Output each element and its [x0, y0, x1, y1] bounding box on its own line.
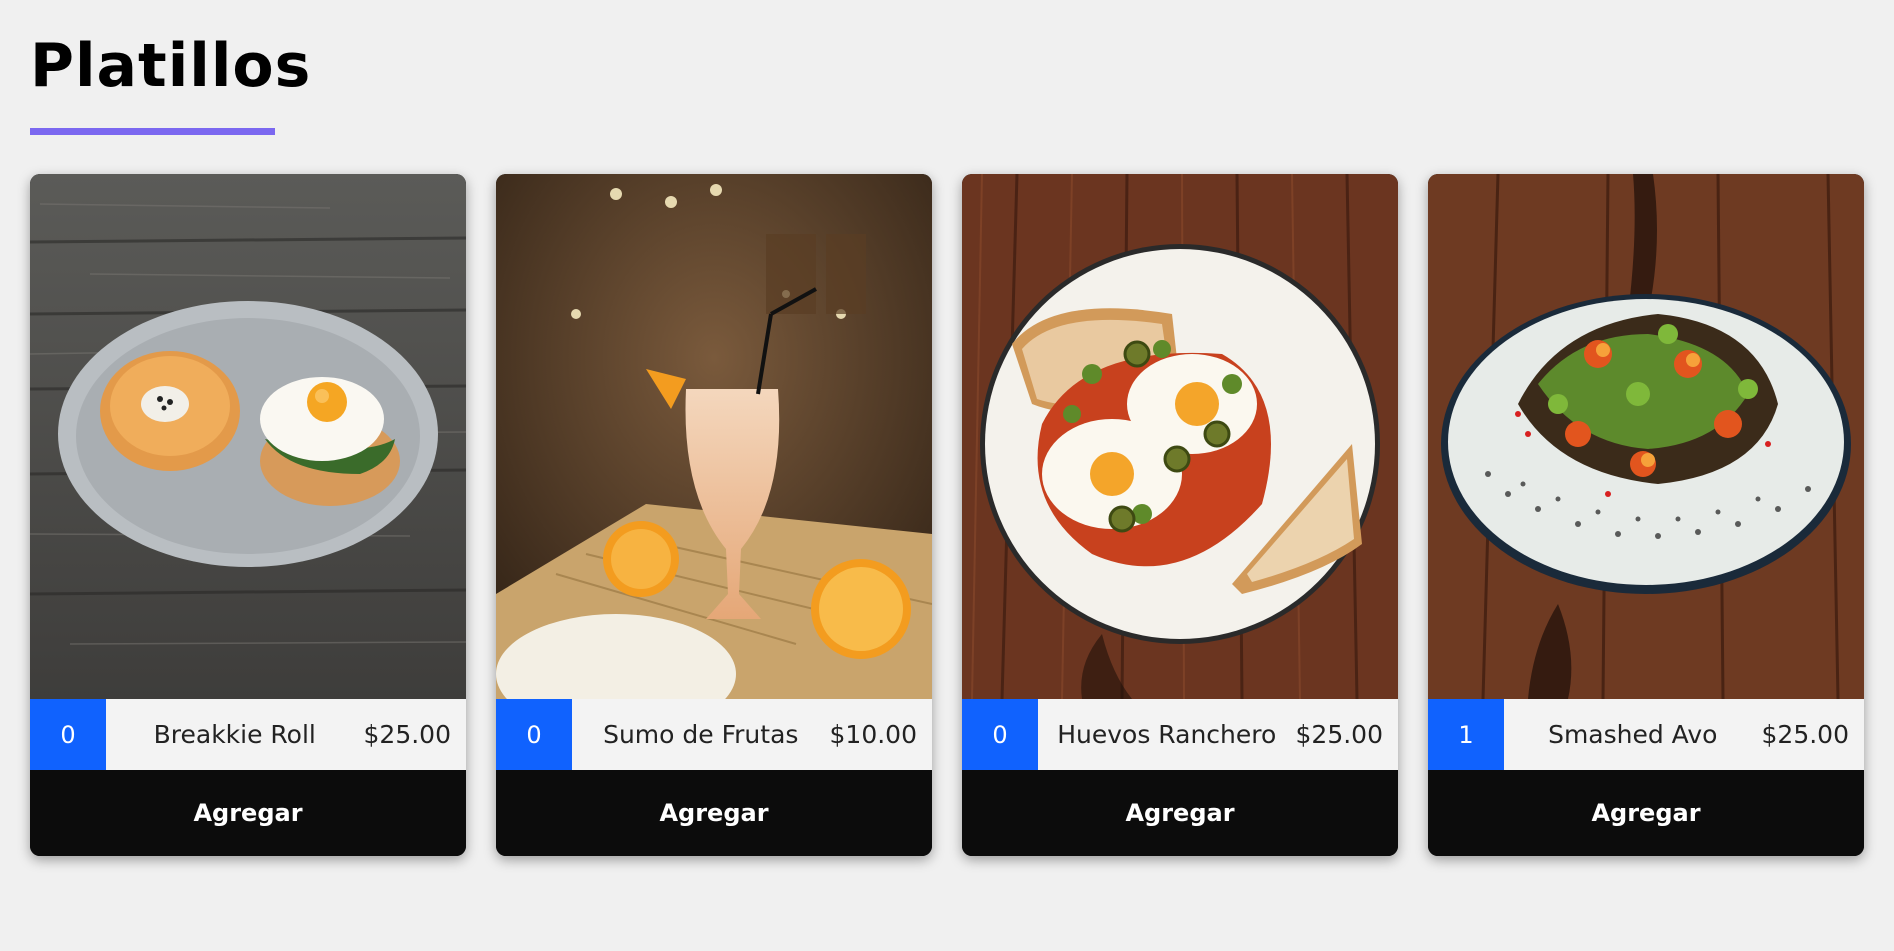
fruit-smoothie-photo: [496, 174, 932, 699]
breakfast-roll-photo: [30, 174, 466, 699]
add-button[interactable]: Agregar: [30, 770, 466, 856]
product-image: [962, 174, 1398, 699]
add-button[interactable]: Agregar: [496, 770, 932, 856]
product-name: Huevos Ranchero: [1057, 720, 1277, 749]
product-price: $25.00: [363, 720, 451, 749]
product-card: 0 Huevos Ranchero $25.00 Agregar: [962, 174, 1398, 856]
product-info: 0 Breakkie Roll $25.00: [30, 699, 466, 770]
product-info: 1 Smashed Avo $25.00: [1428, 699, 1864, 770]
product-price: $10.00: [829, 720, 917, 749]
product-grid: 0 Breakkie Roll $25.00 Agregar 0 Sumo de…: [30, 174, 1864, 856]
product-name: Breakkie Roll: [153, 720, 316, 749]
add-button[interactable]: Agregar: [962, 770, 1398, 856]
product-card: 0 Sumo de Frutas $10.00 Agregar: [496, 174, 932, 856]
product-info: 0 Huevos Ranchero $25.00: [962, 699, 1398, 770]
quantity-badge: 0: [962, 699, 1038, 770]
quantity-badge: 0: [496, 699, 572, 770]
product-image: [1428, 174, 1864, 699]
quantity-badge: 0: [30, 699, 106, 770]
quantity-badge: 1: [1428, 699, 1504, 770]
huevos-rancheros-photo: [962, 174, 1398, 699]
smashed-avo-photo: [1428, 174, 1864, 699]
product-price: $25.00: [1761, 720, 1849, 749]
product-name: Sumo de Frutas: [603, 720, 799, 749]
product-image: [496, 174, 932, 699]
product-price: $25.00: [1295, 720, 1383, 749]
product-image: [30, 174, 466, 699]
add-button[interactable]: Agregar: [1428, 770, 1864, 856]
product-info: 0 Sumo de Frutas $10.00: [496, 699, 932, 770]
title-underline: [30, 128, 275, 135]
product-name: Smashed Avo: [1548, 720, 1718, 749]
product-card: 0 Breakkie Roll $25.00 Agregar: [30, 174, 466, 856]
page-title: Platillos: [30, 31, 312, 101]
product-card: 1 Smashed Avo $25.00 Agregar: [1428, 174, 1864, 856]
page-header: Platillos: [30, 28, 311, 135]
